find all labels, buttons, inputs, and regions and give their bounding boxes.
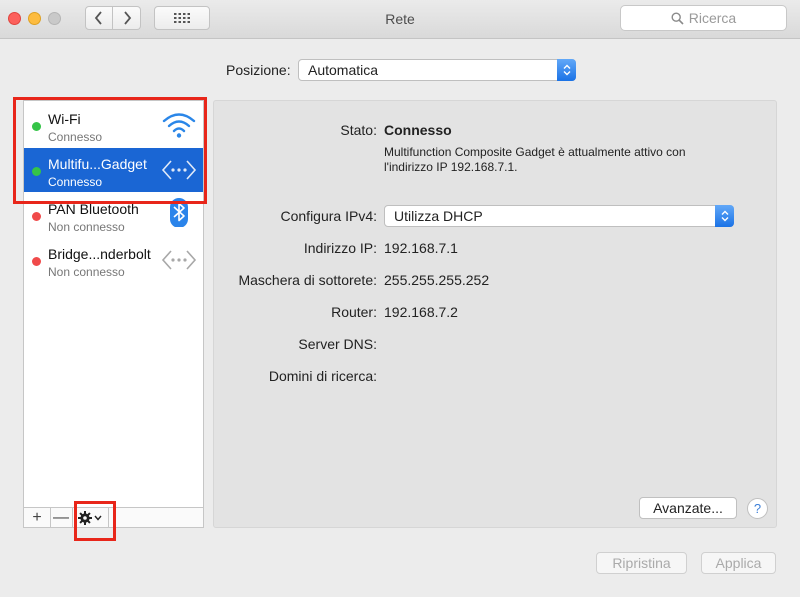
search-field[interactable]: Ricerca (620, 5, 787, 31)
remove-service-button[interactable]: — (50, 508, 73, 527)
highlight-box-gear (74, 501, 116, 541)
location-popup[interactable]: Automatica (298, 59, 576, 81)
add-service-button[interactable]: + (24, 508, 51, 527)
window-titlebar: Rete Ricerca (0, 0, 800, 39)
apply-button[interactable]: Applica (701, 552, 776, 574)
popup-arrows-icon (557, 59, 576, 81)
dns-server-label: Server DNS: (298, 336, 377, 352)
router-label: Router: (331, 304, 377, 320)
configure-ipv4-label: Configura IPv4: (280, 208, 378, 224)
configure-ipv4-value: Utilizza DHCP (394, 208, 483, 224)
ethernet-arrows-icon (161, 250, 197, 270)
status-dot (32, 212, 41, 221)
revert-button[interactable]: Ripristina (596, 552, 687, 574)
status-value: Connesso (384, 122, 452, 138)
service-name: Bridge...nderbolt (48, 246, 151, 262)
service-item-thunderbolt-bridge[interactable]: Bridge...nderbolt Non connesso (24, 238, 203, 282)
help-button[interactable]: ? (747, 498, 768, 519)
status-label: Stato: (340, 122, 377, 138)
search-domains-label: Domini di ricerca: (268, 368, 377, 384)
search-icon (671, 11, 684, 25)
advanced-button[interactable]: Avanzate... (639, 497, 737, 519)
status-dot (32, 257, 41, 266)
highlight-box-services (13, 97, 207, 204)
ip-address-label: Indirizzo IP: (303, 240, 377, 256)
subnet-mask-label: Maschera di sottorete: (238, 272, 377, 288)
service-status: Non connesso (48, 220, 125, 234)
subnet-mask-value: 255.255.255.252 (384, 272, 490, 288)
location-label: Posizione: (226, 62, 291, 78)
popup-arrows-icon (715, 205, 734, 227)
configure-ipv4-popup[interactable]: Utilizza DHCP (384, 205, 734, 227)
router-value: 192.168.7.2 (384, 304, 458, 320)
status-description: Multifunction Composite Gadget è attualm… (384, 145, 686, 174)
location-value: Automatica (308, 62, 379, 78)
search-placeholder: Ricerca (688, 10, 737, 26)
service-status: Non connesso (48, 265, 125, 279)
ip-address-value: 192.168.7.1 (384, 240, 458, 256)
